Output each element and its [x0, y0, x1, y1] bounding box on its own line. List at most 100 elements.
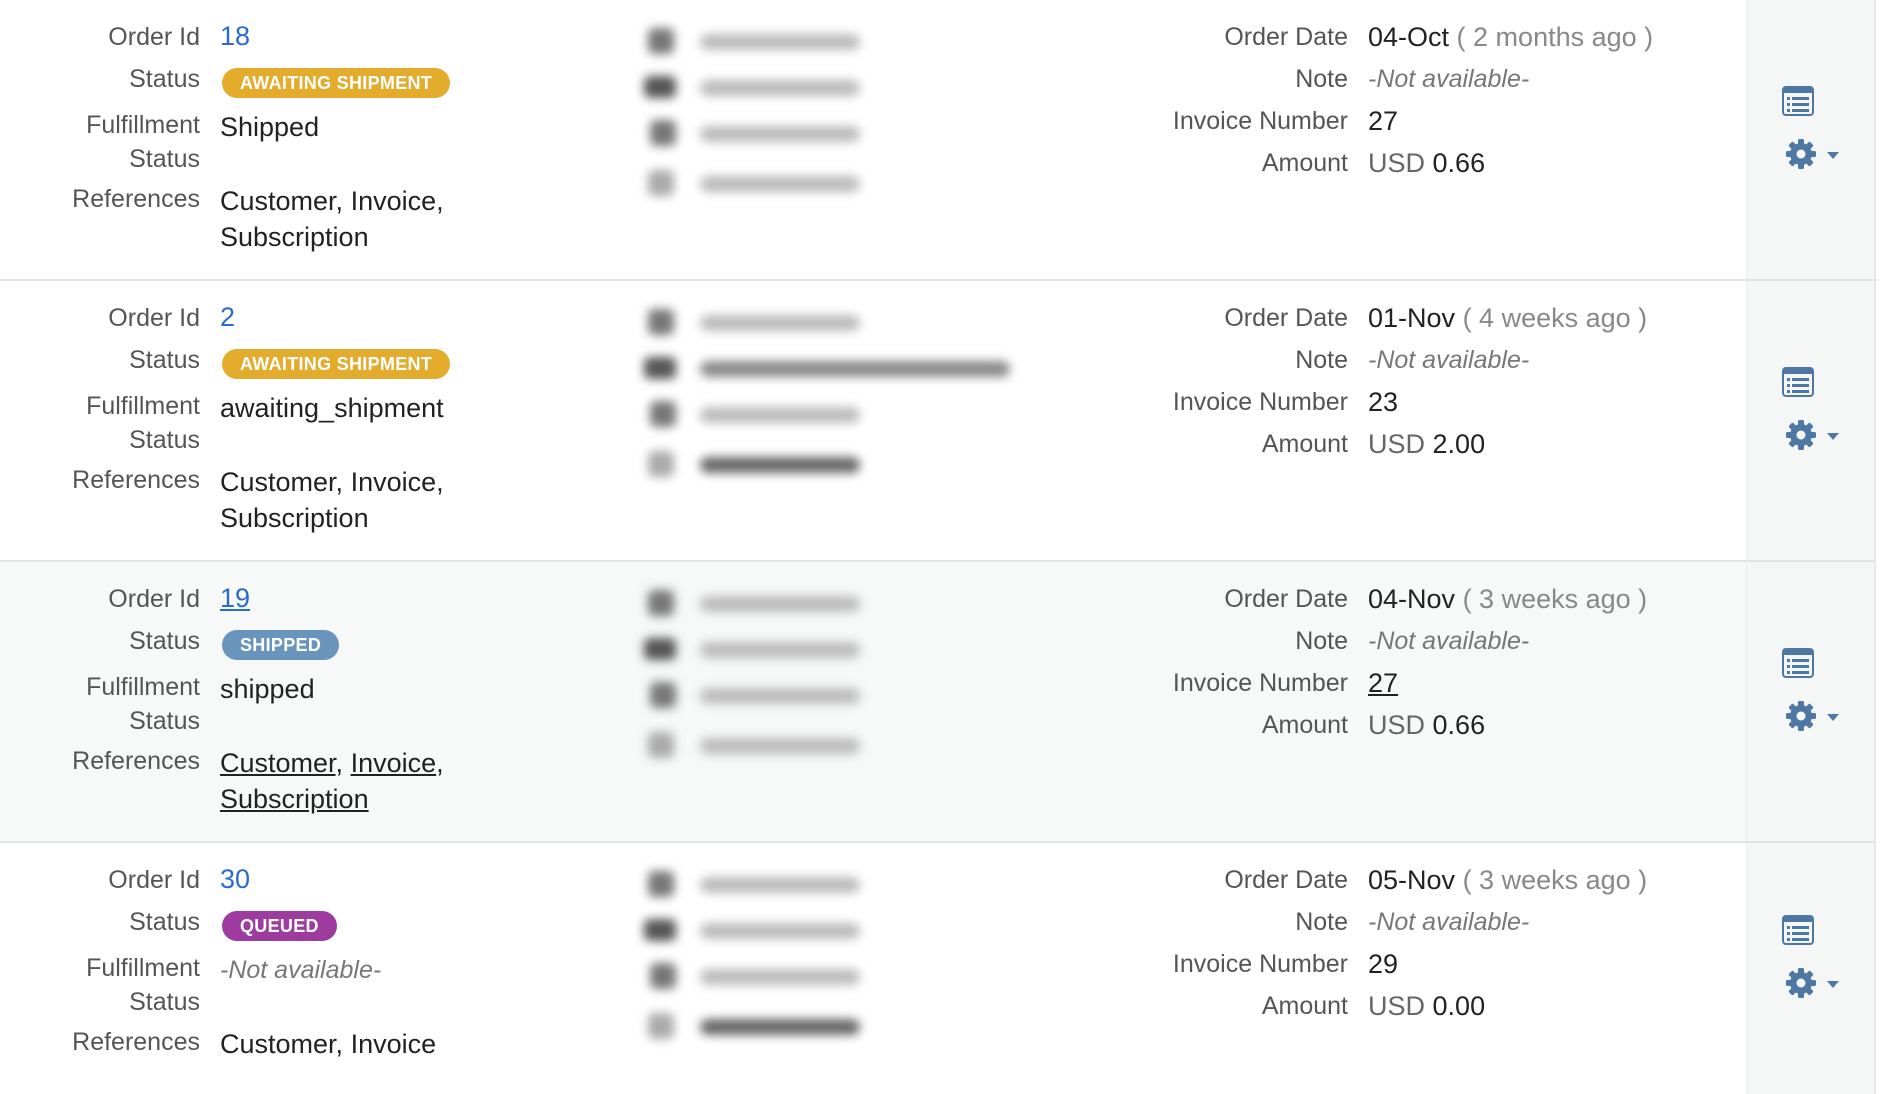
note-label: Note — [1295, 65, 1348, 93]
status-label: Status — [129, 908, 200, 936]
phone-icon — [648, 1013, 674, 1039]
user-icon — [648, 590, 674, 616]
blurred-text — [700, 457, 860, 473]
blurred-text — [700, 642, 860, 658]
order-id-link[interactable]: 19 — [220, 580, 250, 616]
right-border — [1874, 0, 1876, 1094]
order-row: Order Id 18 Status AWAITING SHIPMENT Ful… — [0, 0, 1876, 281]
chevron-down-icon[interactable] — [1827, 433, 1839, 440]
status-badge: AWAITING SHIPMENT — [222, 349, 451, 379]
chevron-down-icon[interactable] — [1827, 714, 1839, 721]
order-date: 04-Oct — [1368, 22, 1450, 52]
fulfillment-label: Fulfillment — [86, 954, 200, 982]
invoice-number-label: Invoice Number — [1172, 950, 1348, 978]
order-row: Order Id 30 Status QUEUED Fulfillment St… — [0, 843, 1876, 1094]
order-id-label: Order Id — [108, 585, 200, 613]
amount-label: Amount — [1261, 992, 1348, 1020]
blurred-text — [700, 80, 860, 96]
order-date-value: 04-Nov ( 3 weeks ago ) — [1368, 581, 1647, 617]
blurred-contact-info — [640, 863, 870, 1053]
list-icon[interactable] — [1782, 915, 1814, 945]
row-actions — [1746, 0, 1876, 279]
order-id-link[interactable]: 2 — [220, 299, 235, 335]
status-label: Status — [129, 627, 200, 655]
fulfillment-label: Fulfillment — [86, 111, 200, 139]
reference-invoice[interactable]: Invoice — [351, 467, 437, 497]
amount-label: Amount — [1261, 149, 1348, 177]
status-badge: QUEUED — [222, 911, 337, 941]
id-card-icon — [650, 682, 676, 708]
chevron-down-icon[interactable] — [1827, 152, 1839, 159]
invoice-number-label: Invoice Number — [1172, 107, 1348, 135]
order-date-relative: ( 3 weeks ago ) — [1462, 865, 1648, 895]
fulfillment-label-line2: Status — [129, 426, 200, 454]
note-value: -Not available- — [1368, 908, 1530, 936]
order-date: 05-Nov — [1368, 865, 1456, 895]
fulfillment-status-value: -Not available- — [220, 956, 382, 984]
blurred-text — [700, 969, 860, 985]
currency: USD — [1368, 991, 1426, 1021]
order-date-value: 04-Oct ( 2 months ago ) — [1368, 19, 1653, 55]
email-icon — [644, 638, 676, 660]
reference-subscription[interactable]: Subscription — [220, 784, 369, 814]
amount: 0.66 — [1432, 710, 1486, 740]
list-icon[interactable] — [1782, 367, 1814, 397]
list-icon[interactable] — [1782, 648, 1814, 678]
references-value: Customer, Invoice — [220, 1029, 437, 1059]
currency: USD — [1368, 429, 1426, 459]
note-value: -Not available- — [1368, 346, 1530, 374]
amount: 2.00 — [1432, 429, 1486, 459]
invoice-number-label: Invoice Number — [1172, 669, 1348, 697]
references-label: References — [72, 747, 200, 775]
fulfillment-label-line2: Status — [129, 988, 200, 1016]
amount-value: USD 0.00 — [1368, 988, 1485, 1024]
order-id-link[interactable]: 30 — [220, 861, 250, 897]
user-icon — [648, 309, 674, 335]
row-actions — [1746, 562, 1876, 841]
reference-invoice[interactable]: Invoice — [351, 1029, 437, 1059]
list-icon[interactable] — [1782, 86, 1814, 116]
order-date-value: 05-Nov ( 3 weeks ago ) — [1368, 862, 1647, 898]
reference-customer[interactable]: Customer — [220, 748, 336, 778]
gear-icon[interactable] — [1785, 138, 1817, 170]
amount: 0.00 — [1432, 991, 1486, 1021]
invoice-number-value: 29 — [1368, 949, 1399, 979]
order-id-link[interactable]: 18 — [220, 18, 250, 54]
row-actions — [1746, 843, 1876, 1094]
phone-icon — [648, 170, 674, 196]
invoice-number-link[interactable]: 27 — [1368, 665, 1398, 701]
reference-customer[interactable]: Customer — [220, 467, 336, 497]
status-label: Status — [129, 65, 200, 93]
blurred-text — [700, 738, 860, 754]
blurred-text — [700, 407, 860, 423]
gear-icon[interactable] — [1785, 419, 1817, 451]
email-icon — [644, 919, 676, 941]
id-card-icon — [650, 401, 676, 427]
order-date-relative: ( 4 weeks ago ) — [1462, 303, 1648, 333]
note-value: -Not available- — [1368, 627, 1530, 655]
currency: USD — [1368, 710, 1426, 740]
blurred-contact-info — [640, 301, 1020, 491]
amount-label: Amount — [1261, 430, 1348, 458]
id-card-icon — [650, 120, 676, 146]
gear-icon[interactable] — [1785, 967, 1817, 999]
status-label: Status — [129, 346, 200, 374]
email-icon — [644, 357, 676, 379]
reference-customer[interactable]: Customer — [220, 1029, 336, 1059]
amount-label: Amount — [1261, 711, 1348, 739]
amount-value: USD 2.00 — [1368, 426, 1485, 462]
email-icon — [644, 76, 676, 98]
order-row: Order Id 19 Status SHIPPED Fulfillment S… — [0, 562, 1876, 843]
chevron-down-icon[interactable] — [1827, 981, 1839, 988]
reference-invoice[interactable]: Invoice — [351, 748, 437, 778]
reference-customer[interactable]: Customer — [220, 186, 336, 216]
reference-subscription[interactable]: Subscription — [220, 503, 369, 533]
gear-icon[interactable] — [1785, 700, 1817, 732]
reference-subscription[interactable]: Subscription — [220, 222, 369, 252]
currency: USD — [1368, 148, 1426, 178]
amount-value: USD 0.66 — [1368, 145, 1485, 181]
order-date: 01-Nov — [1368, 303, 1456, 333]
blurred-contact-info — [640, 20, 870, 210]
invoice-number-label: Invoice Number — [1172, 388, 1348, 416]
reference-invoice[interactable]: Invoice — [351, 186, 437, 216]
